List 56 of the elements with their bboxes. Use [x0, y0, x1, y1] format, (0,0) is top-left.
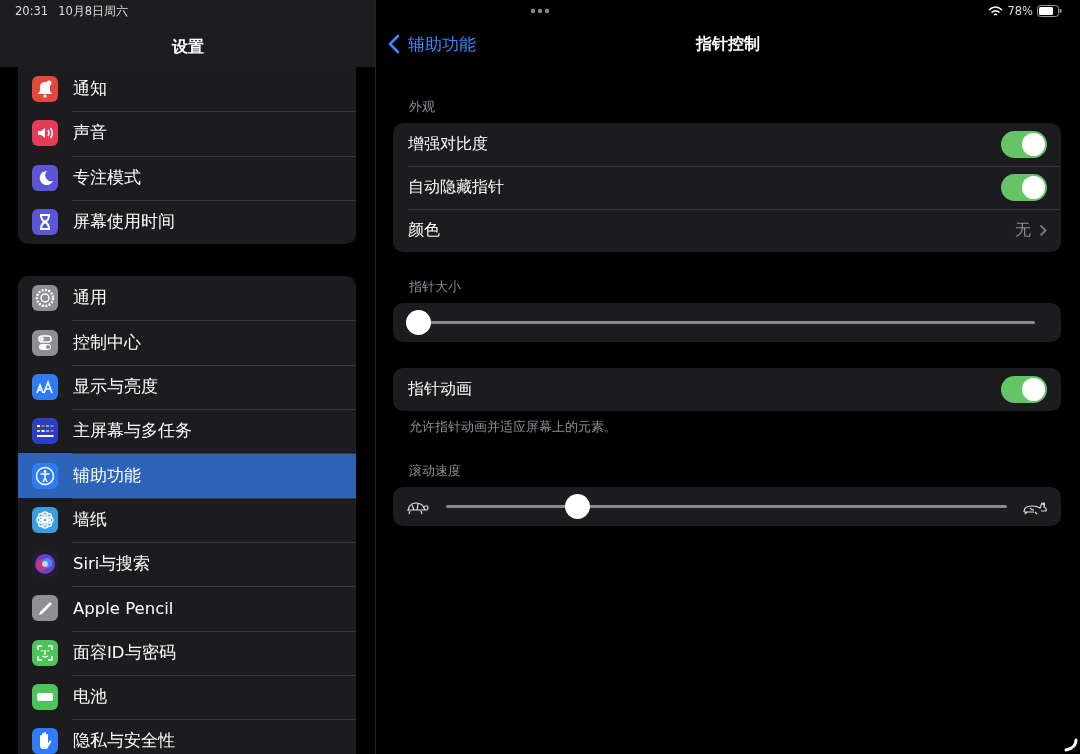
- item-label: 通用: [73, 287, 107, 310]
- item-label: 墙纸: [73, 508, 107, 531]
- section-header: 指针大小: [408, 278, 462, 296]
- corner-handle-icon: [1064, 738, 1078, 752]
- multitasking-dots-icon: [530, 8, 550, 14]
- sidebar-title: 设置: [170, 37, 205, 58]
- item-label: 屏幕使用时间: [73, 211, 175, 234]
- sidebar-item[interactable]: 电池: [18, 674, 356, 720]
- sidebar-item[interactable]: Apple Pencil: [18, 586, 356, 631]
- section-header: 滚动速度: [408, 462, 462, 480]
- item-label: 通知: [73, 78, 107, 101]
- slider-thumb[interactable]: [405, 310, 431, 335]
- status-date: 10月8日周六: [58, 4, 129, 20]
- sidebar-item[interactable]: Siri与搜索: [18, 541, 356, 587]
- battery-icon: [1037, 5, 1062, 17]
- item-label: 面容ID与密码: [73, 641, 176, 664]
- item-label: 专注模式: [73, 166, 141, 189]
- sidebar-item[interactable]: 声音: [18, 111, 356, 156]
- chevron-left-icon: [388, 34, 400, 54]
- setting-label: 颜色: [408, 220, 440, 241]
- sidebar-item[interactable]: 通用: [18, 276, 356, 321]
- setting-value: 无: [1015, 220, 1031, 241]
- sidebar-item[interactable]: 隐私与安全性: [18, 719, 356, 754]
- back-button[interactable]: 辅助功能: [376, 32, 476, 56]
- item-label: 显示与亮度: [73, 375, 158, 398]
- sidebar-item[interactable]: 显示与亮度: [18, 364, 356, 410]
- item-label: 辅助功能: [73, 464, 141, 487]
- page-title: 指针控制: [696, 34, 760, 55]
- sidebar-item[interactable]: 面容ID与密码: [18, 630, 356, 675]
- chevron-right-icon: [1039, 224, 1047, 237]
- item-label: 控制中心: [73, 331, 141, 354]
- battery-percentage: 78%: [1007, 4, 1033, 18]
- item-label: 声音: [73, 122, 107, 145]
- item-label: Siri与搜索: [73, 553, 151, 576]
- sidebar-item[interactable]: 主屏幕与多任务: [18, 409, 356, 454]
- setting-label: 指针动画: [408, 379, 472, 400]
- sidebar-item[interactable]: 墙纸: [18, 497, 356, 542]
- item-label: 隐私与安全性: [73, 730, 175, 753]
- slider-thumb[interactable]: [565, 494, 591, 519]
- section-footer: 允许指针动画并适应屏幕上的元素。: [393, 411, 1061, 436]
- sidebar-item[interactable]: 控制中心: [18, 320, 356, 365]
- sidebar-item[interactable]: 专注模式: [18, 155, 356, 200]
- setting-label: 增强对比度: [408, 134, 488, 155]
- toggle-switch[interactable]: [1001, 376, 1047, 403]
- sidebar-item[interactable]: 通知: [18, 67, 356, 112]
- toggle-switch[interactable]: [1001, 131, 1047, 158]
- item-label: 电池: [73, 686, 107, 708]
- setting-label: 自动隐藏指针: [408, 177, 504, 198]
- sidebar-item[interactable]: 屏幕使用时间: [18, 199, 356, 245]
- status-time: 20:31: [15, 4, 49, 20]
- sidebar-item[interactable]: 辅助功能: [18, 453, 356, 498]
- item-label: 主屏幕与多任务: [73, 420, 192, 443]
- section-header: 外观: [408, 98, 436, 116]
- item-label: Apple Pencil: [73, 598, 174, 618]
- wifi-icon: [988, 5, 1004, 17]
- toggle-switch[interactable]: [1001, 174, 1047, 201]
